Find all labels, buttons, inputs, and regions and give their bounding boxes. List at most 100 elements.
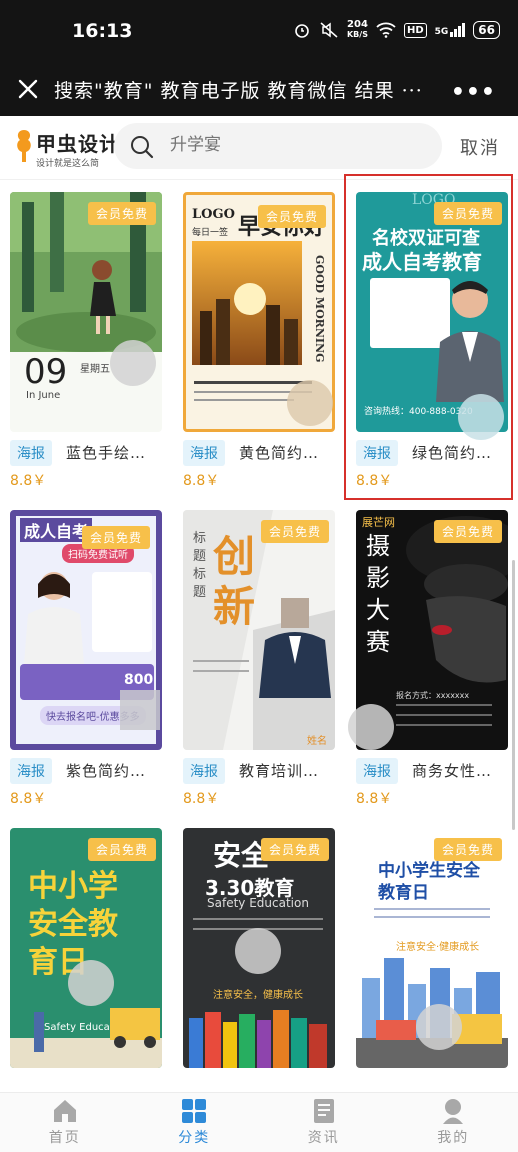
search-icon xyxy=(131,136,154,159)
poster-text-line xyxy=(396,714,492,716)
card-price: 8.8￥ xyxy=(10,791,47,807)
nav-category[interactable]: 分类 xyxy=(130,1093,260,1152)
card-price: 8.8￥ xyxy=(183,791,220,807)
hd-badge: HD xyxy=(403,22,427,38)
watermark-blob xyxy=(348,704,394,750)
poster-logo: LOGO xyxy=(192,207,235,222)
card-tag: 海报 xyxy=(10,758,52,784)
poster-headline: 摄影大赛 xyxy=(366,532,390,656)
member-free-badge: 会员免费 xyxy=(87,838,156,861)
logo-mark-icon xyxy=(17,130,31,162)
member-free-badge: 会员免费 xyxy=(257,205,326,228)
poster-text-line xyxy=(193,918,323,920)
net-speed: 204 KB/S xyxy=(346,19,368,40)
status-time: 16:13 xyxy=(72,20,133,42)
poster-advantages-box xyxy=(92,572,152,652)
cancel-button[interactable]: 取消 xyxy=(460,134,500,160)
page-title: 搜索"教育" 教育电子版 教育微信 结果 ··· xyxy=(54,80,423,102)
poster-text-line xyxy=(193,670,249,672)
poster-text-line xyxy=(396,704,492,706)
logo: 甲虫设计 设计就是这么简 xyxy=(14,124,124,172)
bottom-nav: 首页 分类 资讯 我的 xyxy=(0,1092,518,1152)
card-price: 8.8￥ xyxy=(356,791,393,807)
poster-businessman-image xyxy=(259,598,331,698)
poster-text-line xyxy=(194,399,294,401)
card-tag: 海报 xyxy=(356,758,398,784)
poster-label: 标题标题 xyxy=(193,531,207,600)
battery-icon: 66 xyxy=(473,21,500,39)
card-tag: 海报 xyxy=(183,440,225,466)
logo-subtitle: 设计就是这么简 xyxy=(36,159,100,169)
scrollbar[interactable] xyxy=(512,560,515,830)
nav-label: 分类 xyxy=(178,1130,211,1146)
member-free-badge: 会员免费 xyxy=(81,526,150,549)
watermark-blob xyxy=(287,380,333,426)
poster-week: 星期五 xyxy=(80,364,110,375)
watermark-blob xyxy=(110,340,156,386)
nav-home[interactable]: 首页 xyxy=(0,1093,130,1152)
nav-profile[interactable]: 我的 xyxy=(389,1093,518,1152)
poster-subtitle: Safety Education xyxy=(207,896,309,910)
poster-month: In June xyxy=(26,390,61,401)
status-icons: 204 KB/S HD 5G 66 xyxy=(293,20,500,40)
news-icon xyxy=(313,1099,334,1123)
card-thumbnail[interactable]: 09 星期五 In June 会员免费 xyxy=(10,192,162,432)
card-tag: 海报 xyxy=(10,440,52,466)
poster-rule xyxy=(194,381,312,384)
nav-label: 我的 xyxy=(437,1130,470,1146)
title-bar: 搜索"教育" 教育电子版 教育微信 结果 ··· ••• xyxy=(0,64,518,116)
poster-side-text: GOOD MORNING xyxy=(313,255,326,363)
card-title[interactable]: 蓝色手绘… xyxy=(66,442,162,463)
home-icon xyxy=(53,1100,76,1122)
poster-brand: 展芒网 xyxy=(362,516,395,529)
alarm-icon xyxy=(295,24,309,38)
watermark-blob xyxy=(68,960,114,1006)
poster-woman-image xyxy=(24,572,84,664)
more-menu-button[interactable]: ••• xyxy=(451,80,496,105)
member-free-badge: 会员免费 xyxy=(260,838,329,861)
selected-card-highlight xyxy=(344,174,513,500)
search-header: 甲虫设计 设计就是这么简 取消 xyxy=(0,116,518,180)
close-icon[interactable] xyxy=(12,73,44,105)
poster-traffic-image xyxy=(10,1008,162,1068)
member-free-badge: 会员免费 xyxy=(87,202,156,225)
poster-info: 报名方式：xxxxxxx xyxy=(396,691,470,700)
poster-sunrise-image xyxy=(192,241,302,365)
nav-label: 资讯 xyxy=(307,1130,340,1146)
poster-text-line xyxy=(374,908,490,910)
poster-text-line xyxy=(396,724,492,726)
card-thumbnail[interactable]: 标题标题 创新 姓名 会员免费 xyxy=(183,510,335,750)
profile-icon xyxy=(443,1099,464,1124)
card-title[interactable]: 商务女性… xyxy=(412,760,508,781)
nav-label: 首页 xyxy=(48,1130,81,1146)
card-tag: 海报 xyxy=(183,758,225,784)
card-title[interactable]: 紫色简约… xyxy=(66,760,162,781)
poster-date: 09 xyxy=(24,352,68,392)
watermark-blob xyxy=(120,690,160,730)
status-bar: 16:13 204 KB/S HD 5G 66 xyxy=(0,0,518,64)
grid-icon xyxy=(182,1099,207,1123)
card-price: 8.8￥ xyxy=(183,473,220,489)
poster-text-line xyxy=(193,660,249,662)
nav-news[interactable]: 资讯 xyxy=(259,1093,389,1152)
search-box[interactable] xyxy=(114,123,442,169)
poster-slogan: 注意安全·健康成长 xyxy=(396,942,480,953)
poster-price: 800 xyxy=(124,672,154,688)
watermark-blob xyxy=(235,928,281,974)
logo-text: 甲虫设计 xyxy=(36,132,120,156)
member-free-badge: 会员免费 xyxy=(260,520,329,543)
card-title[interactable]: 教育培训… xyxy=(239,760,335,781)
card-title[interactable]: 黄色简约… xyxy=(239,442,335,463)
search-input[interactable] xyxy=(170,135,420,155)
poster-name: 姓名 xyxy=(307,736,327,747)
poster-slogan: 注意安全，健康成长 xyxy=(213,990,303,1001)
member-free-badge: 会员免费 xyxy=(433,838,502,861)
card-thumbnail[interactable]: 中小学安全教育日 Safety Education 会员免费 xyxy=(10,828,162,1068)
watermark-blob xyxy=(416,1004,462,1050)
poster-text-line xyxy=(374,916,490,918)
poster-subtitle: 每日一签 xyxy=(192,228,229,238)
signal-icon: 5G xyxy=(435,23,466,37)
mute-icon xyxy=(320,22,338,38)
poster-headline: 中小学生安全教育日 xyxy=(378,861,480,903)
poster-books-image xyxy=(189,1010,327,1068)
